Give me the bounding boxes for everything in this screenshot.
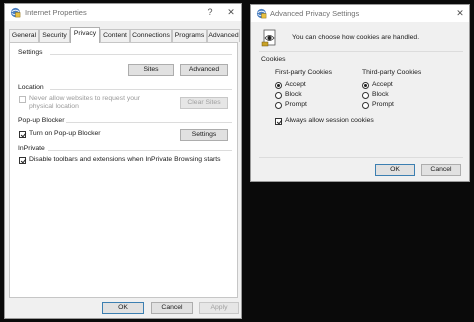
- first-party-prompt-radio[interactable]: [275, 102, 282, 109]
- settings-divider: [50, 54, 232, 55]
- internet-options-icon: [10, 7, 21, 18]
- session-cookies-label: Always allow session cookies: [285, 117, 374, 124]
- tab-privacy[interactable]: Privacy: [70, 27, 100, 43]
- ok-button[interactable]: OK: [375, 164, 415, 176]
- first-party-block-radio[interactable]: [275, 92, 282, 99]
- clear-sites-button[interactable]: Clear Sites: [180, 97, 228, 109]
- popup-settings-button[interactable]: Settings: [180, 129, 228, 141]
- advanced-button[interactable]: Advanced: [180, 64, 228, 76]
- title-bar[interactable]: Internet Properties ? ✕: [5, 4, 241, 21]
- cookies-description: You can choose how cookies are handled.: [292, 34, 420, 41]
- privacy-eye-icon: [261, 29, 276, 47]
- advanced-privacy-settings-window: Advanced Privacy Settings ✕ You can choo…: [250, 4, 470, 182]
- help-button[interactable]: ?: [203, 5, 217, 19]
- tab-programs[interactable]: Programs: [172, 29, 207, 42]
- popup-blocker-divider: [66, 122, 232, 123]
- third-party-label: Third-party Cookies: [362, 69, 422, 76]
- third-party-block-label: Block: [372, 91, 389, 98]
- settings-group-label: Settings: [18, 49, 43, 56]
- third-party-block-radio[interactable]: [362, 92, 369, 99]
- third-party-accept-label: Accept: [372, 81, 393, 88]
- disable-toolbars-label: Disable toolbars and extensions when InP…: [29, 156, 221, 163]
- cancel-button[interactable]: Cancel: [151, 302, 193, 314]
- inprivate-group-label: InPrivate: [18, 145, 45, 152]
- top-divider: [259, 51, 463, 52]
- close-button[interactable]: ✕: [453, 6, 467, 20]
- first-party-block-label: Block: [285, 91, 302, 98]
- third-party-prompt-radio[interactable]: [362, 102, 369, 109]
- internet-options-icon: [256, 8, 267, 19]
- tab-content[interactable]: Content: [100, 29, 130, 42]
- cookies-group-label: Cookies: [261, 56, 286, 63]
- internet-properties-window: Internet Properties ? ✕ General Security…: [4, 3, 242, 319]
- first-party-label: First-party Cookies: [275, 69, 333, 76]
- tab-security[interactable]: Security: [39, 29, 70, 42]
- popup-blocker-checkbox[interactable]: [19, 131, 26, 138]
- never-allow-location-checkbox[interactable]: [19, 96, 26, 103]
- location-group-label: Location: [18, 84, 44, 91]
- close-button[interactable]: ✕: [224, 5, 238, 19]
- window-title: Advanced Privacy Settings: [270, 9, 360, 18]
- apply-button[interactable]: Apply: [199, 302, 239, 314]
- first-party-accept-radio[interactable]: [275, 82, 282, 89]
- session-cookies-checkbox[interactable]: [275, 118, 282, 125]
- ok-button[interactable]: OK: [102, 302, 144, 314]
- never-allow-location-label-2: physical location: [29, 103, 79, 110]
- third-party-accept-radio[interactable]: [362, 82, 369, 89]
- tab-general[interactable]: General: [9, 29, 39, 42]
- tab-advanced[interactable]: Advanced: [207, 29, 240, 42]
- disable-toolbars-checkbox[interactable]: [19, 157, 26, 164]
- inprivate-divider: [48, 150, 232, 151]
- sites-button[interactable]: Sites: [128, 64, 174, 76]
- never-allow-location-label-1: Never allow websites to request your: [29, 95, 141, 102]
- privacy-tab-panel: Settings Sites Advanced Location Never a…: [9, 42, 238, 298]
- popup-blocker-group-label: Pop-up Blocker: [18, 117, 65, 124]
- bottom-divider: [259, 157, 463, 158]
- third-party-prompt-label: Prompt: [372, 101, 394, 108]
- popup-blocker-label: Turn on Pop-up Blocker: [29, 130, 101, 137]
- cancel-button[interactable]: Cancel: [421, 164, 461, 176]
- tab-connections[interactable]: Connections: [130, 29, 172, 42]
- title-bar[interactable]: Advanced Privacy Settings ✕: [251, 5, 469, 22]
- first-party-prompt-label: Prompt: [285, 101, 307, 108]
- first-party-accept-label: Accept: [285, 81, 306, 88]
- location-divider: [50, 89, 232, 90]
- window-title: Internet Properties: [25, 8, 87, 17]
